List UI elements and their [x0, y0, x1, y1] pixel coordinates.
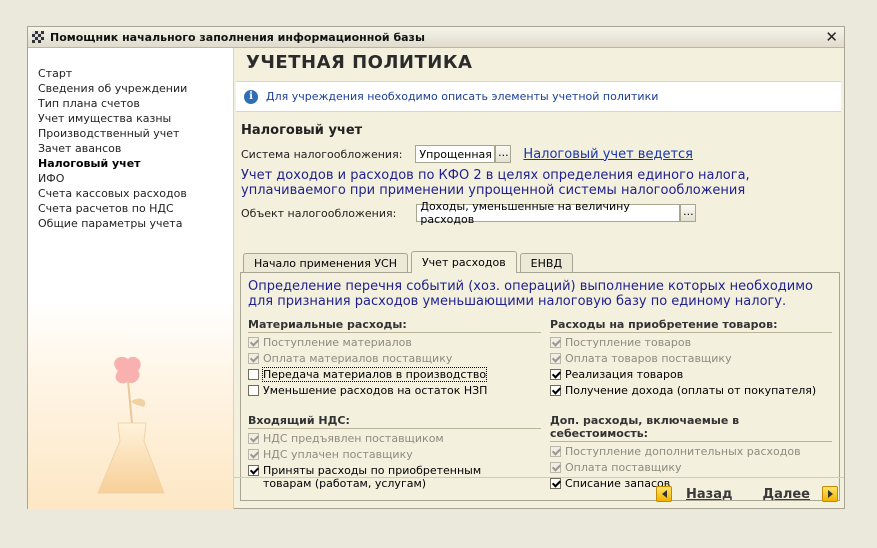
group-material-expenses: Материальные расходы: Поступление матери…: [248, 318, 541, 397]
group-goods-expenses: Расходы на приобретение товаров: Поступл…: [550, 318, 832, 397]
sidebar-nav: Старт Сведения об учреждении Тип плана с…: [28, 48, 233, 231]
checkbox-label: Получение дохода (оплаты от покупателя): [565, 384, 817, 397]
sidebar-item-vat-accounts[interactable]: Счета расчетов по НДС: [38, 201, 233, 216]
sidebar-item-chart-of-accounts[interactable]: Тип плана счетов: [38, 96, 233, 111]
checkbox-additional-receipt[interactable]: Поступление дополнительных расходов: [550, 445, 832, 458]
section-title: Налоговый учет: [241, 123, 363, 138]
checkbox-box[interactable]: [248, 385, 259, 396]
assistant-window: Помощник начального заполнения информаци…: [27, 26, 845, 509]
tab-envd[interactable]: ЕНВД: [519, 253, 574, 273]
next-button-label: Далее: [762, 486, 810, 502]
tax-object-label: Объект налогообложения:: [241, 206, 397, 220]
checkbox-label: Оплата материалов поставщику: [263, 352, 453, 365]
group-title: Материальные расходы:: [248, 318, 541, 333]
checkbox-goods-sale[interactable]: Реализация товаров: [550, 368, 832, 381]
checkbox-supplier-payment[interactable]: Оплата поставщику: [550, 461, 832, 474]
checkbox-label: Уменьшение расходов на остаток НЗП: [263, 384, 488, 397]
checkbox-goods-payment[interactable]: Оплата товаров поставщику: [550, 352, 832, 365]
checkbox-label: Передача материалов в производство: [261, 367, 488, 382]
checkbox-vat-paid[interactable]: НДС уплачен поставщику: [248, 448, 541, 461]
kfo-description: Учет доходов и расходов по КФО 2 в целях…: [241, 168, 750, 198]
checkbox-box[interactable]: [550, 462, 561, 473]
back-button-label: Назад: [686, 486, 733, 502]
checkbox-label: Оплата товаров поставщику: [565, 352, 732, 365]
checkbox-box[interactable]: [550, 353, 561, 364]
sidebar-item-production[interactable]: Производственный учет: [38, 126, 233, 141]
checkbox-box[interactable]: [248, 337, 259, 348]
sidebar-item-general-params[interactable]: Общие параметры учета: [38, 216, 233, 231]
checkbox-income-received[interactable]: Получение дохода (оплаты от покупателя): [550, 384, 832, 397]
sidebar-item-advances[interactable]: Зачет авансов: [38, 141, 233, 156]
checkbox-vat-presented[interactable]: НДС предъявлен поставщиком: [248, 432, 541, 445]
sidebar-item-ifo[interactable]: ИФО: [38, 171, 233, 186]
checkbox-box[interactable]: [550, 385, 561, 396]
checkbox-box[interactable]: [248, 433, 259, 444]
next-button[interactable]: Далее: [762, 486, 838, 502]
sidebar-item-start[interactable]: Старт: [38, 66, 233, 81]
tax-system-select-button[interactable]: ...: [495, 145, 512, 163]
checkbox-label: НДС предъявлен поставщиком: [263, 432, 444, 445]
tab-panel-expense-accounting: Определение перечня событий (хоз. операц…: [240, 272, 840, 501]
sidebar: Старт Сведения об учреждении Тип плана с…: [28, 48, 234, 509]
tax-system-label: Система налогообложения:: [241, 147, 403, 161]
app-icon: [32, 31, 44, 43]
tax-object-select-button[interactable]: ...: [680, 204, 697, 222]
checkbox-goods-receipt[interactable]: Поступление товаров: [550, 336, 832, 349]
checkbox-label: Поступление дополнительных расходов: [565, 445, 801, 458]
arrow-right-icon[interactable]: [822, 486, 838, 502]
checkbox-box[interactable]: [248, 465, 259, 476]
checkbox-box[interactable]: [550, 337, 561, 348]
checkbox-box[interactable]: [248, 353, 259, 364]
tax-system-field[interactable]: Упрощенная: [415, 145, 496, 163]
tax-object-row: Объект налогообложения: Доходы, уменьшен…: [241, 200, 697, 226]
checkbox-material-transfer[interactable]: Передача материалов в производство: [248, 367, 541, 382]
title-bar[interactable]: Помощник начального заполнения информаци…: [28, 27, 844, 48]
checkbox-wip-reduction[interactable]: Уменьшение расходов на остаток НЗП: [248, 384, 541, 397]
info-bar: i Для учреждения необходимо описать элем…: [236, 81, 841, 112]
checkbox-label: Поступление товаров: [565, 336, 692, 349]
sidebar-item-institution[interactable]: Сведения об учреждении: [38, 81, 233, 96]
arrow-left-icon[interactable]: [656, 486, 672, 502]
sidebar-item-tax-accounting[interactable]: Налоговый учет: [38, 156, 233, 171]
window-title: Помощник начального заполнения информаци…: [50, 30, 425, 44]
group-title: Входящий НДС:: [248, 414, 541, 429]
checkbox-label: Реализация товаров: [565, 368, 684, 381]
checkbox-material-payment[interactable]: Оплата материалов поставщику: [248, 352, 541, 365]
tax-system-row: Система налогообложения: Упрощенная ... …: [241, 145, 693, 163]
checkbox-label: Поступление материалов: [263, 336, 412, 349]
checkbox-label: Оплата поставщику: [565, 461, 682, 474]
checkbox-box[interactable]: [550, 446, 561, 457]
panel-description: Определение перечня событий (хоз. операц…: [248, 279, 813, 309]
flower-vase-illustration: [97, 356, 165, 494]
back-button[interactable]: Назад: [656, 486, 732, 502]
checkbox-box[interactable]: [550, 369, 561, 380]
tab-expense-accounting[interactable]: Учет расходов: [410, 251, 517, 273]
tab-strip: Начало применения УСН Учет расходов ЕНВД: [243, 251, 576, 273]
page-title: УЧЕТНАЯ ПОЛИТИКА: [246, 52, 473, 73]
info-text: Для учреждения необходимо описать элемен…: [266, 90, 659, 103]
close-icon[interactable]: ✕: [825, 28, 838, 46]
group-title: Доп. расходы, включаемые в себестоимость…: [550, 414, 832, 442]
info-icon: i: [244, 89, 258, 104]
main-panel: УЧЕТНАЯ ПОЛИТИКА i Для учреждения необхо…: [234, 48, 844, 501]
checkbox-material-receipt[interactable]: Поступление материалов: [248, 336, 541, 349]
sidebar-item-treasury-property[interactable]: Учет имущества казны: [38, 111, 233, 126]
sidebar-item-cash-expense-accounts[interactable]: Счета кассовых расходов: [38, 186, 233, 201]
checkbox-box[interactable]: [248, 449, 259, 460]
checkbox-box[interactable]: [248, 369, 259, 380]
group-title: Расходы на приобретение товаров:: [550, 318, 832, 333]
navigation-bar: Назад Далее: [234, 477, 844, 510]
tab-usn-start[interactable]: Начало применения УСН: [243, 253, 408, 273]
checkbox-label: НДС уплачен поставщику: [263, 448, 413, 461]
tax-object-field[interactable]: Доходы, уменьшенные на величину расходов: [416, 200, 681, 226]
tax-accounting-link[interactable]: Налоговый учет ведется: [523, 147, 693, 162]
